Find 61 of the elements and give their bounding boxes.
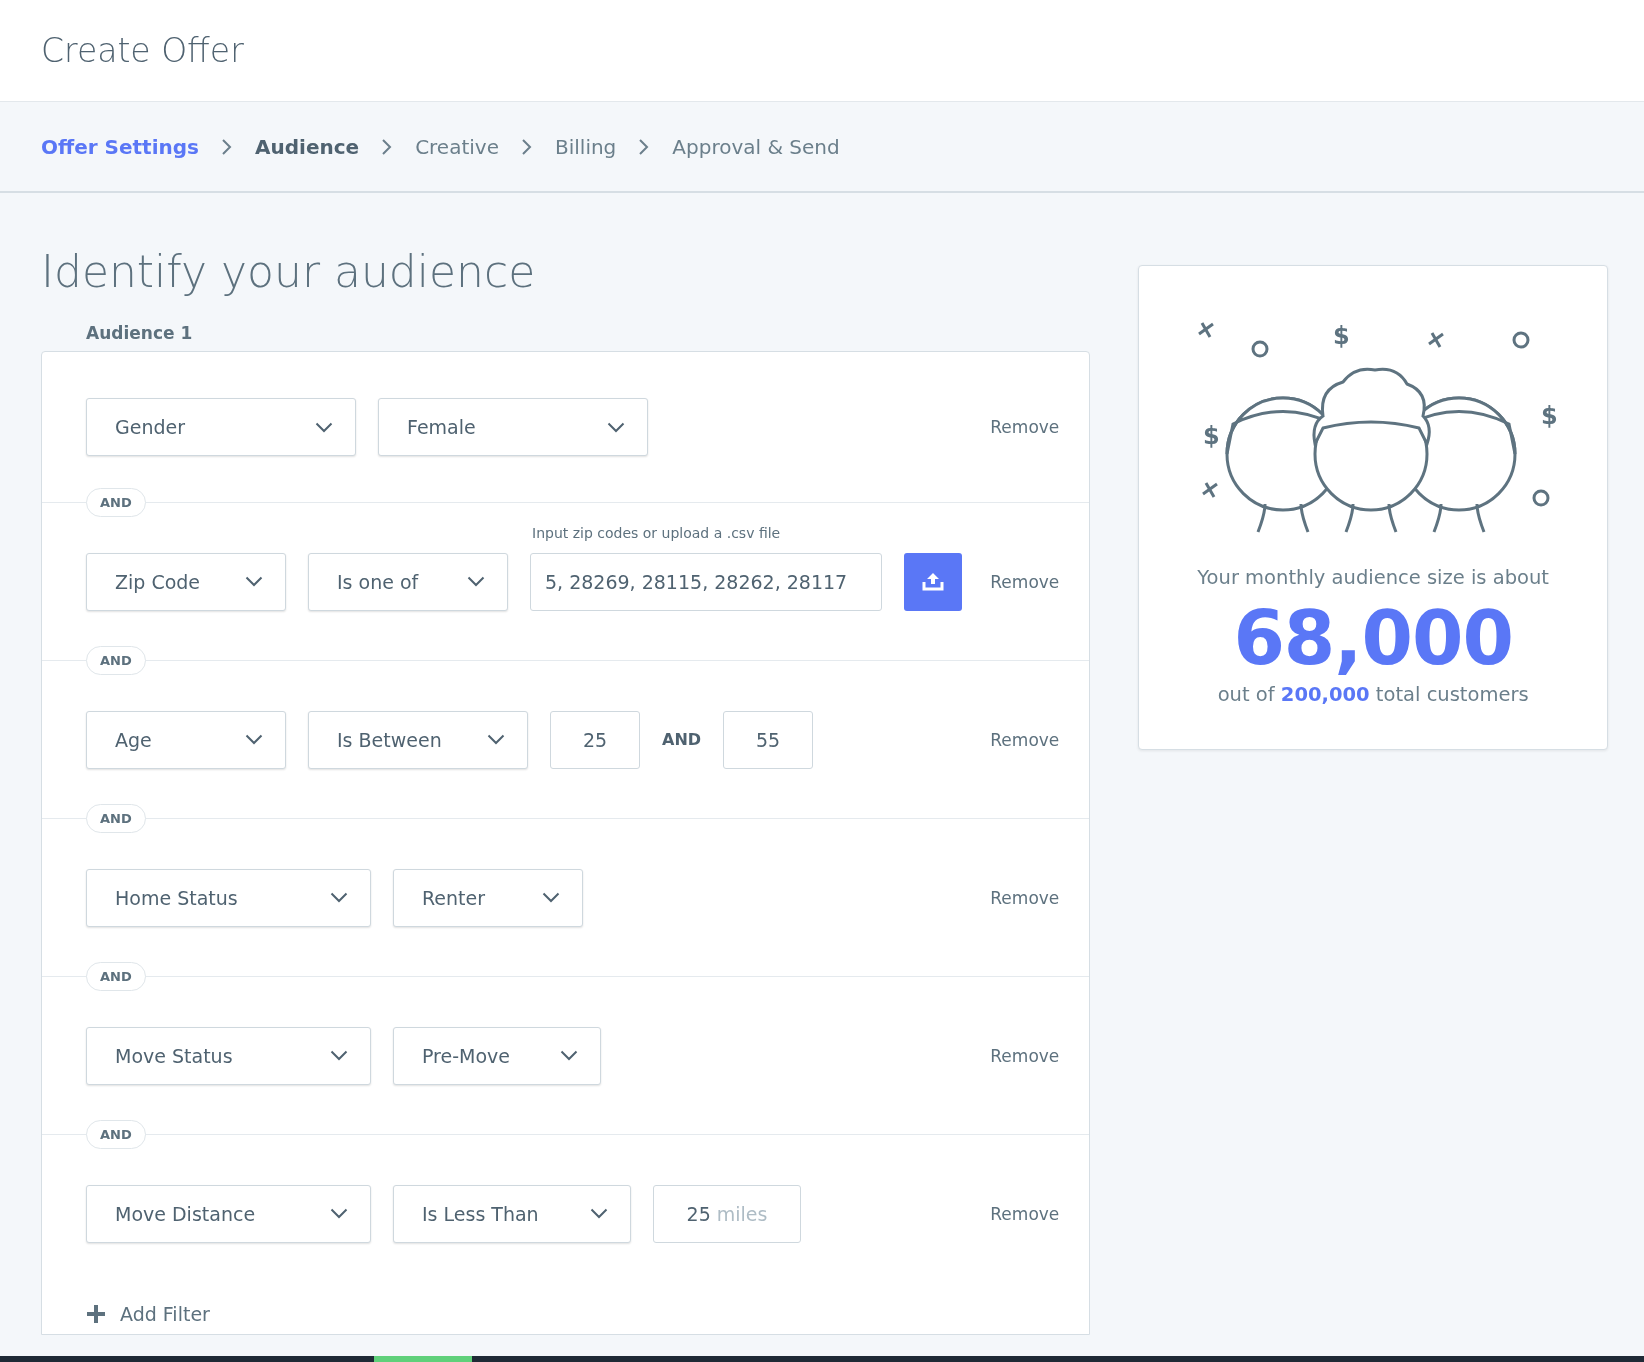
breadcrumb-step[interactable]: Creative — [415, 134, 499, 159]
chevron-right-icon — [638, 137, 651, 156]
dropdown[interactable]: Move Distance — [86, 1184, 371, 1243]
chevron-down-icon — [560, 1050, 578, 1061]
chevron-down-icon — [487, 734, 505, 745]
upload-icon — [922, 571, 944, 592]
and-chip: AND — [86, 804, 146, 833]
dropdown[interactable]: Age — [86, 710, 286, 769]
number-input-field[interactable]: 55 — [723, 710, 814, 769]
chevron-down-icon — [315, 421, 333, 433]
chevron-down-icon — [330, 892, 348, 903]
field-label: Input zip codes or upload a .csv file — [532, 524, 781, 541]
dropdown[interactable]: Is Between — [308, 710, 528, 769]
dropdown[interactable]: Female — [378, 398, 648, 456]
remove-link[interactable]: Remove — [990, 1203, 1060, 1224]
dropdown[interactable]: Is Less Than — [393, 1184, 631, 1243]
chevron-down-icon — [590, 1208, 608, 1219]
remove-link[interactable]: Remove — [990, 729, 1060, 750]
number-input-field[interactable]: 25 — [550, 710, 640, 769]
remove-link[interactable]: Remove — [990, 887, 1060, 908]
page-title: Create Offer — [41, 31, 244, 70]
and-chip: AND — [86, 1120, 146, 1149]
dropdown[interactable]: Move Status — [86, 1026, 371, 1085]
remove-link[interactable]: Remove — [990, 571, 1060, 592]
people-drawing: $ $ $ — [1183, 304, 1564, 534]
chevron-down-icon — [245, 734, 263, 745]
dropdown[interactable]: Is one of — [308, 552, 508, 611]
total-customers: out of 200,000 total customers — [1217, 683, 1529, 706]
and-chip: AND — [86, 962, 146, 991]
breadcrumb-step[interactable]: Billing — [555, 134, 617, 159]
chevron-down-icon — [330, 1208, 348, 1219]
section-heading: Identify your audience — [41, 245, 537, 299]
chevron-down-icon — [542, 892, 560, 903]
remove-link[interactable]: Remove — [990, 1045, 1060, 1066]
dropdown[interactable]: Zip Code — [86, 552, 286, 611]
chevron-right-icon — [521, 137, 533, 156]
chevron-down-icon — [607, 421, 625, 433]
upload-button[interactable] — [904, 552, 962, 611]
dropdown[interactable]: Gender — [86, 398, 356, 456]
dropdown[interactable]: Pre-Move — [393, 1026, 601, 1085]
remove-link[interactable]: Remove — [990, 417, 1060, 437]
summary-caption: Your monthly audience size is about — [1197, 566, 1549, 589]
dropdown[interactable]: Home Status — [86, 868, 371, 927]
distance-input-field[interactable]: 25 miles — [653, 1184, 801, 1243]
breadcrumb-step[interactable]: Offer Settings — [41, 134, 199, 159]
connector-label: AND — [662, 730, 702, 749]
and-chip: AND — [86, 488, 146, 517]
audience-size: 68,000 — [1233, 601, 1513, 675]
breadcrumb-step[interactable]: Audience — [255, 134, 360, 159]
chevron-down-icon — [330, 1050, 348, 1061]
chevron-down-icon — [467, 576, 485, 587]
chevron-right-icon — [221, 137, 233, 156]
chevron-right-icon — [381, 137, 394, 156]
plus-icon — [86, 1304, 106, 1324]
zip-input-field[interactable]: 5, 28269, 28115, 28262, 28117 — [530, 552, 882, 611]
audience-label: Audience 1 — [86, 323, 194, 343]
dropdown[interactable]: Renter — [393, 868, 583, 927]
add-filter-link[interactable]: Add Filter — [120, 1303, 210, 1325]
breadcrumb-step[interactable]: Approval & Send — [672, 134, 840, 159]
chevron-down-icon — [245, 576, 263, 587]
and-chip: AND — [86, 646, 146, 675]
